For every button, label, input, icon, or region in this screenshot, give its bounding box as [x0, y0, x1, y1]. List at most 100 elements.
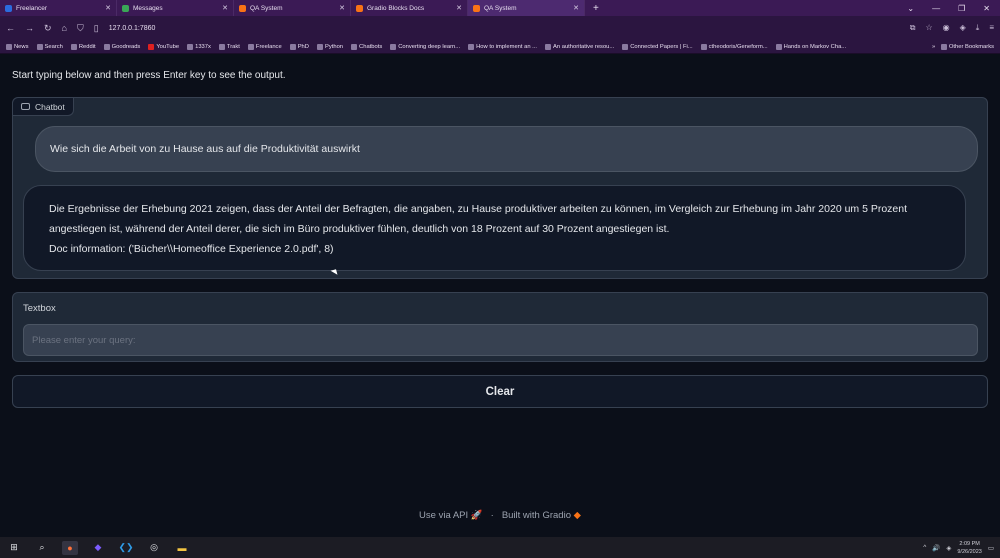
url-bar[interactable]: 127.0.0.1:7860 — [109, 25, 156, 32]
restore-icon[interactable]: ❐ — [958, 4, 965, 13]
tab-title: Messages — [133, 4, 163, 12]
chatbot-label: Chatbot — [13, 98, 74, 116]
close-tab-icon[interactable]: ✕ — [105, 4, 111, 12]
app-icon[interactable]: ◆ — [90, 541, 106, 555]
bookmark-label: YouTube — [156, 43, 180, 50]
bookmark-item[interactable]: News — [6, 43, 29, 50]
bookmark-item[interactable]: PhD — [289, 43, 309, 50]
bookmark-item[interactable]: ctheodoris/Geneform... — [700, 43, 768, 50]
bookmark-label: Goodreads — [111, 43, 141, 50]
clock-date: 9/26/2023 — [957, 548, 982, 555]
bookmark-label: News — [14, 43, 29, 50]
bookmark-item[interactable]: Hands on Markov Cha... — [775, 43, 847, 50]
textbox-panel: Textbox — [12, 292, 988, 362]
folder-icon — [351, 43, 358, 50]
app-description: Start typing below and then press Enter … — [12, 70, 286, 81]
tab-list-icon[interactable]: ⌄ — [907, 4, 914, 13]
notification-icon[interactable]: ▭ — [988, 544, 994, 552]
other-bookmarks[interactable]: » Other Bookmarks — [932, 43, 994, 50]
firefox-icon[interactable]: ● — [62, 540, 78, 555]
bot-message-text: Die Ergebnisse der Erhebung 2021 zeigen,… — [49, 203, 908, 235]
close-tab-icon[interactable]: ✕ — [573, 4, 579, 12]
folder-icon — [289, 43, 296, 50]
bookmark-item[interactable]: How to implement an ... — [468, 43, 538, 50]
gradio-favicon-icon — [239, 4, 246, 12]
gradio-favicon-icon — [356, 4, 363, 12]
bot-message: Die Ergebnisse der Erhebung 2021 zeigen,… — [23, 185, 966, 271]
bookmark-item[interactable]: Reddit — [70, 43, 96, 50]
bookmark-item[interactable]: Trakt — [218, 43, 240, 50]
tab-qa-system-active[interactable]: QA System ✕ — [468, 0, 585, 16]
file-explorer-icon[interactable]: ▬ — [174, 541, 190, 555]
bookmark-item[interactable]: An authoritative resou... — [545, 43, 614, 50]
network-icon[interactable]: ◈ — [946, 544, 951, 552]
windows-start-icon[interactable]: ⊞ — [6, 541, 22, 555]
tab-title: QA System — [484, 4, 517, 12]
tab-qa-system[interactable]: QA System ✕ — [234, 0, 351, 16]
translate-icon[interactable]: ⧉ — [910, 23, 916, 33]
bookmarks-bar: News Search Reddit Goodreads YouTube 133… — [0, 40, 1000, 54]
folder-icon — [940, 43, 947, 50]
reload-icon[interactable]: ↻ — [44, 23, 52, 34]
bookmark-label: Connected Papers | Fi... — [630, 43, 693, 50]
bookmark-item[interactable]: 1337x — [187, 43, 211, 50]
menu-icon[interactable]: ≡ — [989, 23, 994, 33]
bookmark-item[interactable]: Chatbots — [351, 43, 382, 50]
globe-icon — [622, 43, 629, 50]
close-tab-icon[interactable]: ✕ — [222, 4, 228, 12]
bookmark-item[interactable]: Goodreads — [103, 43, 141, 50]
windows-taskbar: ⊞ ⌕ ● ◆ ❮❯ ◎ ▬ ^ 🔊 ◈ 2:09 PM 9/26/2023 ▭ — [0, 537, 1000, 558]
folder-icon — [36, 43, 43, 50]
query-input[interactable] — [23, 324, 978, 356]
chat-icon — [21, 103, 30, 110]
bookmark-label: 1337x — [195, 43, 211, 50]
built-with-gradio-link[interactable]: Built with Gradio ◆ — [502, 510, 581, 521]
gradio-app: Start typing below and then press Enter … — [0, 55, 1000, 537]
user-message-text: Wie sich die Arbeit von zu Hause aus auf… — [50, 143, 360, 155]
home-icon[interactable]: ⌂ — [62, 23, 67, 33]
tab-freelancer[interactable]: Freelancer ✕ — [0, 0, 117, 16]
bookmark-item[interactable]: Converting deep learn... — [390, 43, 460, 50]
bookmark-label: How to implement an ... — [476, 43, 538, 50]
footer: Use via API 🚀 · Built with Gradio ◆ — [0, 510, 1000, 521]
bookmark-icon — [390, 43, 397, 50]
chrome-icon[interactable]: ◎ — [146, 541, 162, 555]
freelancer-favicon-icon — [5, 4, 12, 12]
bookmark-label: Search — [44, 43, 63, 50]
clock[interactable]: 2:09 PM 9/26/2023 — [957, 540, 981, 556]
tab-messages[interactable]: Messages ✕ — [117, 0, 234, 16]
close-tab-icon[interactable]: ✕ — [339, 4, 345, 12]
account-icon[interactable]: ◉ — [943, 23, 950, 33]
bookmark-label: Hands on Markov Cha... — [783, 43, 847, 50]
bookmark-star-icon[interactable]: ☆ — [925, 23, 932, 33]
close-window-icon[interactable]: ✕ — [983, 4, 990, 13]
use-via-api-link[interactable]: Use via API 🚀 — [419, 510, 483, 521]
vscode-icon[interactable]: ❮❯ — [118, 541, 134, 555]
extension-icon[interactable]: ◈ — [960, 23, 966, 33]
volume-icon[interactable]: 🔊 — [932, 544, 940, 552]
chatbot-panel: Chatbot Wie sich die Arbeit von zu Hause… — [12, 97, 988, 279]
bookmark-item[interactable]: Search — [36, 43, 63, 50]
back-icon[interactable]: ← — [6, 23, 15, 33]
bookmark-item[interactable]: YouTube — [148, 43, 180, 50]
bookmark-item[interactable]: Python — [316, 43, 343, 50]
rocket-icon: 🚀 — [470, 510, 483, 521]
bookmark-icon — [468, 43, 475, 50]
shield-icon[interactable]: ⛉ — [77, 23, 84, 34]
chevron-up-icon[interactable]: ^ — [923, 544, 926, 551]
download-icon[interactable]: ⤓ — [976, 23, 980, 33]
forward-icon[interactable]: → — [25, 23, 34, 33]
footer-separator: · — [490, 510, 494, 521]
bookmark-item[interactable]: Connected Papers | Fi... — [622, 43, 693, 50]
tab-gradio-blocks-docs[interactable]: Gradio Blocks Docs ✕ — [351, 0, 468, 16]
new-tab-button[interactable]: + — [585, 3, 607, 14]
clock-time: 2:09 PM — [959, 540, 980, 547]
bookmark-label: Other Bookmarks — [948, 43, 994, 50]
clear-button[interactable]: Clear — [12, 375, 988, 408]
search-icon[interactable]: ⌕ — [34, 541, 50, 555]
bookmark-icon — [775, 43, 782, 50]
tab-title: Gradio Blocks Docs — [367, 4, 425, 12]
bookmark-item[interactable]: Freelance — [247, 43, 282, 50]
minimize-icon[interactable]: — — [932, 4, 940, 13]
close-tab-icon[interactable]: ✕ — [456, 4, 462, 12]
